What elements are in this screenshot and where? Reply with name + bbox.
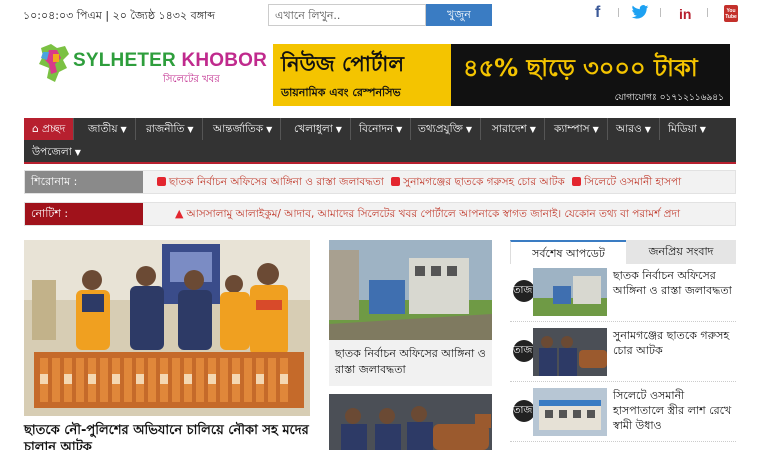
banner-ad[interactable]: নিউজ পোর্টাল ডায়নামিক এবং রেস্পনসিভ ৪৫%… (273, 44, 730, 106)
separator: | (617, 8, 621, 18)
nav-item-entertainment[interactable]: বিনোদন ▼ (351, 118, 412, 140)
caret-down-icon: ▼ (592, 125, 599, 134)
notice-text: আসসালামু আলাইকুম/ আদাব, আমাদের সিলেটের খ… (186, 208, 681, 220)
story-image[interactable] (329, 240, 492, 340)
caret-down-icon: ▼ (187, 125, 194, 134)
logo-title-part1: SYLHETER (73, 50, 182, 71)
nav-item-sports[interactable]: খেলাধুলা ▼ (286, 118, 351, 140)
caret-down-icon: ▼ (644, 125, 651, 134)
nav-item-media[interactable]: মিডিয়া ▼ (660, 118, 714, 140)
nav-item-label: জাতীয় (88, 123, 118, 135)
logo-title-part2: KHOBOR (181, 50, 268, 71)
page: ১০:০৪:০৩ পিএম | ২০ জ্যৈষ্ঠ ১৪৩২ বঙ্গাব্দ… (13, 0, 767, 450)
nav-item-label: তথ্যপ্রযুক্তি (418, 123, 463, 135)
caret-down-icon: ▼ (699, 125, 706, 134)
lead-story-title[interactable]: ছাতকে নৌ-পুলিশের অভিযানে চালিয়ে নৌকা সহ… (24, 422, 314, 450)
caret-down-icon: ▼ (120, 125, 127, 134)
nav-item-label: মিডিয়া (668, 123, 697, 135)
notice-ticker: নোটিশ : ▲ আসসালামু আলাইকুম/ আদাব, আমাদের … (24, 202, 736, 226)
svg-text:Tube: Tube (725, 14, 737, 20)
nav-item-label: রাজনীতি (146, 123, 185, 135)
list-item[interactable]: তাজা সিলেটে ওসমানী হাসপাতালে স্ত্রীর লাশ… (510, 386, 736, 442)
ticker-text: ▲ আসসালামু আলাইকুম/ আদাব, আমাদের সিলেটের … (175, 203, 680, 225)
tab-popular[interactable]: জনপ্রিয় সংবাদ (626, 240, 736, 264)
nav-item-country[interactable]: সারাদেশ ▼ (484, 118, 545, 140)
logo-map-icon (39, 44, 69, 82)
list-item-title: সিলেটে ওসমানী হাসপাতালে স্ত্রীর লাশ রেখে… (613, 389, 732, 432)
bullet-icon (391, 177, 401, 186)
nav-item-politics[interactable]: রাজনীতি ▼ (138, 118, 203, 140)
tab-latest[interactable]: সর্বশেষ আপডেট (510, 240, 626, 264)
caret-down-icon: ▼ (396, 125, 403, 134)
banner-contact: যোগাযোগঃ ০১৭১২১১৬৯৪১ (614, 93, 724, 103)
separator: | (659, 8, 663, 18)
linkedin-icon[interactable]: in (679, 6, 691, 26)
search-input[interactable] (268, 4, 426, 26)
facebook-icon[interactable]: f (595, 4, 600, 24)
nav-item-home[interactable]: ⌂ প্রচ্ছদ (24, 118, 75, 140)
ticker-label: শিরোনাম : (25, 171, 143, 193)
nav-item-label: ক্যাম্পাস (554, 123, 590, 135)
nav-item-label: বিনোদন (359, 123, 394, 135)
sidebar-tabs: সর্বশেষ আপডেট জনপ্রিয় সংবাদ (510, 240, 736, 264)
list-item-thumbnail (533, 328, 607, 376)
banner-headline: নিউজ পোর্টাল (281, 52, 405, 76)
datetime: ১০:০৪:০৩ পিএম | ২০ জ্যৈষ্ঠ ১৪৩২ বঙ্গাব্দ (23, 9, 215, 22)
banner-left: নিউজ পোর্টাল ডায়নামিক এবং রেস্পনসিভ (273, 44, 451, 106)
bullet-icon (572, 177, 582, 186)
list-item[interactable]: তাজা সুনামগঞ্জের ছাতকে গরুসহ চোর আটক (510, 326, 736, 382)
nav-item-national[interactable]: জাতীয় ▼ (80, 118, 136, 140)
main-nav: ⌂ প্রচ্ছদ জাতীয় ▼ রাজনীতি ▼ আন্তর্জাতিক ▼ … (24, 118, 736, 164)
fresh-badge: তাজা (513, 280, 535, 302)
story-caption[interactable]: ছাতক নির্বাচন অফিসের আঙ্গিনা ও রাস্তা জল… (329, 340, 492, 386)
story-image[interactable] (329, 394, 492, 450)
youtube-icon[interactable]: You Tube (724, 5, 738, 25)
caret-down-icon: ▼ (335, 125, 342, 134)
twitter-icon[interactable] (631, 5, 649, 25)
logo-subtitle: সিলেটের খবর (163, 74, 220, 85)
ticker-text: ছাতক নির্বাচন অফিসের আঙ্গিনা ও রাস্তা জল… (153, 171, 681, 193)
logo-title: SYLHETER KHOBOR (73, 50, 267, 72)
list-item[interactable]: তাজা ছাতক নির্বাচন অফিসের আঙ্গিনা ও রাস্… (510, 266, 736, 322)
caret-down-icon: ▼ (266, 125, 273, 134)
home-icon: ⌂ (32, 123, 39, 135)
bullet-icon (157, 177, 166, 186)
headline-ticker: শিরোনাম : ছাতক নির্বাচন অফিসের আঙ্গিনা ও… (24, 170, 736, 194)
list-item-thumbnail (533, 268, 607, 316)
ticker-link[interactable]: ছাতক নির্বাচন অফিসের আঙ্গিনা ও রাস্তা জল… (169, 176, 384, 188)
site-logo[interactable]: SYLHETER KHOBOR সিলেটের খবর (35, 40, 267, 90)
nav-item-label: আরও (616, 123, 642, 135)
list-item-title: সুনামগঞ্জের ছাতকে গরুসহ চোর আটক (613, 329, 730, 357)
nav-item-upazila[interactable]: উপজেলা ▼ (24, 141, 89, 163)
banner-offer: ৪৫% ছাড়ে ৩০০০ টাকা (463, 54, 698, 82)
nav-item-campus[interactable]: ক্যাম্পাস ▼ (546, 118, 608, 140)
search-button[interactable]: খুজুন (426, 4, 492, 26)
nav-item-international[interactable]: আন্তর্জাতিক ▼ (205, 118, 282, 140)
nav-item-label: প্রচ্ছদ (42, 123, 66, 135)
ticker-label: নোটিশ : (25, 203, 143, 225)
warning-icon: ▲ (175, 207, 184, 220)
list-item-title: ছাতক নির্বাচন অফিসের আঙ্গিনা ও রাস্তা জল… (613, 269, 732, 297)
nav-item-label: খেলাধুলা (294, 123, 333, 135)
list-item-thumbnail (533, 388, 607, 436)
nav-item-label: আন্তর্জাতিক (213, 123, 264, 135)
separator: | (706, 8, 710, 18)
caret-down-icon: ▼ (465, 125, 472, 134)
banner-tagline: ডায়নামিক এবং রেস্পনসিভ (281, 86, 401, 99)
lead-story-image[interactable] (24, 240, 310, 416)
caret-down-icon: ▼ (529, 125, 536, 134)
nav-item-more[interactable]: আরও ▼ (608, 118, 660, 140)
nav-item-label: উপজেলা (32, 146, 72, 158)
banner-right: ৪৫% ছাড়ে ৩০০০ টাকা যোগাযোগঃ ০১৭১২১১৬৯৪১ (451, 44, 730, 106)
ticker-link[interactable]: সিলেটে ওসমানী হাসপা (584, 176, 681, 188)
nav-item-label: সারাদেশ (492, 123, 527, 135)
list-item[interactable] (510, 446, 736, 450)
top-bar: ১০:০৪:০৩ পিএম | ২০ জ্যৈষ্ঠ ১৪৩২ বঙ্গাব্দ… (13, 0, 767, 30)
fresh-badge: তাজা (513, 340, 535, 362)
fresh-badge: তাজা (513, 400, 535, 422)
ticker-link[interactable]: সুনামগঞ্জের ছাতকে গরুসহ চোর আটক (403, 176, 565, 188)
caret-down-icon: ▼ (74, 148, 81, 157)
nav-item-technology[interactable]: তথ্যপ্রযুক্তি ▼ (410, 118, 481, 140)
